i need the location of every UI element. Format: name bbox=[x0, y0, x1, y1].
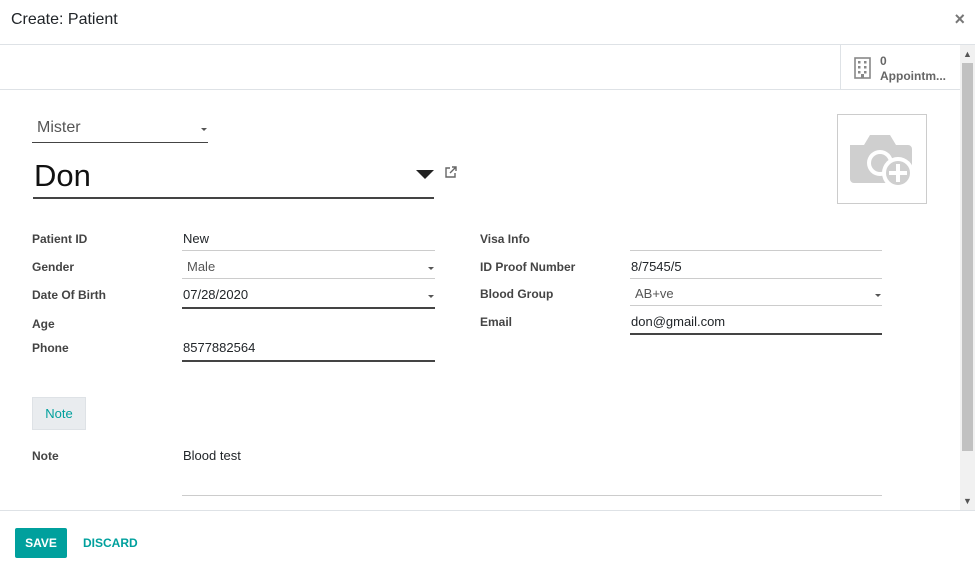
title-select[interactable]: Mister bbox=[32, 117, 208, 143]
gender-value: Male bbox=[187, 259, 216, 274]
age-label: Age bbox=[32, 317, 55, 331]
patient-name-field[interactable]: Don bbox=[33, 152, 434, 199]
gender-select[interactable]: Male bbox=[182, 255, 435, 279]
button-box: 0 Appointm... bbox=[0, 45, 960, 90]
patient-name-value: Don bbox=[34, 158, 91, 193]
patient-id-label: Patient ID bbox=[32, 232, 88, 246]
chevron-down-icon bbox=[875, 294, 881, 297]
visa-info-label: Visa Info bbox=[480, 232, 530, 246]
appointments-smart-button[interactable]: 0 Appointm... bbox=[840, 45, 955, 89]
scroll-thumb[interactable] bbox=[962, 63, 973, 451]
patient-id-field: New bbox=[182, 227, 435, 251]
email-value: don@gmail.com bbox=[631, 314, 726, 329]
create-patient-dialog: Create: Patient × 0 Appointm... ▲ ▼ Mist… bbox=[0, 0, 975, 577]
chevron-down-icon bbox=[428, 295, 434, 298]
modal-title: Create: Patient bbox=[11, 11, 118, 28]
chevron-down-icon bbox=[428, 267, 434, 270]
date-of-birth-field[interactable]: 07/28/2020 bbox=[182, 283, 435, 309]
name-dropdown-icon[interactable] bbox=[416, 170, 434, 179]
note-value: Blood test bbox=[183, 448, 241, 463]
note-label: Note bbox=[32, 449, 59, 463]
vertical-scrollbar[interactable]: ▲ ▼ bbox=[960, 45, 975, 510]
tab-note[interactable]: Note bbox=[32, 397, 86, 430]
modal-header: Create: Patient × bbox=[0, 0, 975, 45]
patient-id-value: New bbox=[183, 231, 210, 246]
phone-field[interactable]: 8577882564 bbox=[182, 336, 435, 362]
appointments-count: 0 bbox=[880, 54, 887, 68]
email-field[interactable]: don@gmail.com bbox=[630, 310, 882, 335]
discard-button[interactable]: DISCARD bbox=[83, 536, 138, 550]
email-label: Email bbox=[480, 315, 513, 329]
note-field[interactable]: Blood test bbox=[182, 444, 882, 496]
id-proof-number-field[interactable]: 8/7545/5 bbox=[630, 255, 882, 279]
camera-plus-icon bbox=[850, 135, 914, 189]
save-button[interactable]: SAVE bbox=[15, 528, 67, 558]
patient-photo[interactable] bbox=[837, 114, 927, 204]
blood-group-value: AB+ve bbox=[635, 286, 674, 301]
gender-label: Gender bbox=[32, 260, 75, 274]
appointments-label: Appointm... bbox=[880, 69, 946, 83]
modal-footer: SAVE DISCARD bbox=[0, 510, 975, 577]
id-proof-number-value: 8/7545/5 bbox=[631, 259, 682, 274]
blood-group-label: Blood Group bbox=[480, 287, 554, 301]
scroll-down-icon[interactable]: ▼ bbox=[963, 496, 972, 506]
chevron-down-icon bbox=[201, 128, 207, 131]
phone-value: 8577882564 bbox=[183, 340, 256, 355]
visa-info-field[interactable] bbox=[630, 227, 882, 251]
scroll-up-icon[interactable]: ▲ bbox=[963, 49, 972, 59]
building-icon bbox=[854, 57, 871, 79]
external-link-icon[interactable] bbox=[444, 166, 457, 179]
date-of-birth-label: Date Of Birth bbox=[32, 288, 107, 302]
title-select-value: Mister bbox=[37, 119, 81, 136]
close-icon[interactable]: × bbox=[954, 9, 965, 30]
phone-label: Phone bbox=[32, 341, 69, 355]
id-proof-number-label: ID Proof Number bbox=[480, 260, 576, 274]
blood-group-select[interactable]: AB+ve bbox=[630, 282, 882, 306]
date-of-birth-value: 07/28/2020 bbox=[183, 287, 249, 302]
